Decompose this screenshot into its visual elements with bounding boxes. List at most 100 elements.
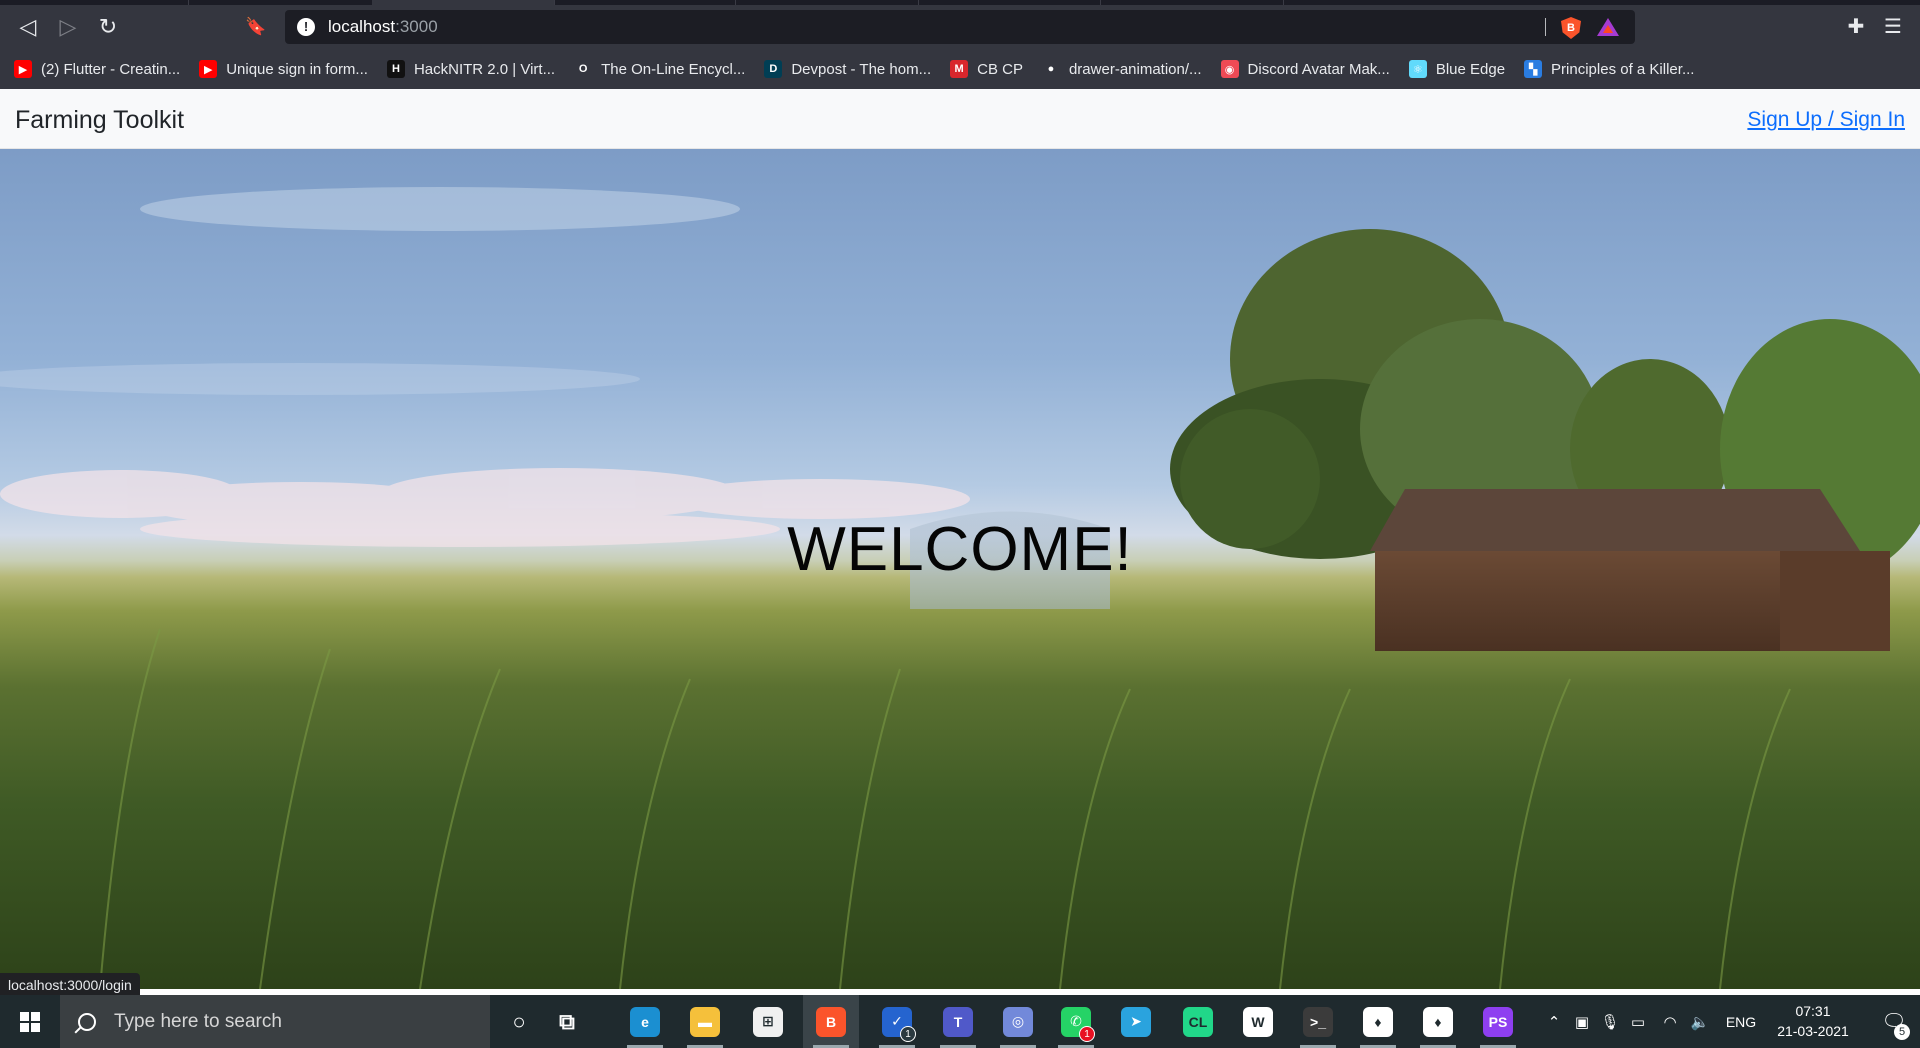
- wheat-field: [99, 628, 1791, 989]
- welcome-heading: WELCOME!: [787, 515, 1133, 584]
- bookmark-label: Devpost - The hom...: [791, 60, 932, 78]
- bookmark-item[interactable]: O The On-Line Encycl...: [574, 55, 746, 83]
- clock[interactable]: 07:31 21-03-2021: [1758, 1001, 1868, 1041]
- clock-date: 21-03-2021: [1777, 1023, 1849, 1039]
- bookmark-label: Discord Avatar Mak...: [1247, 60, 1390, 78]
- notification-center-icon[interactable]: 🗨 5: [1868, 995, 1920, 1048]
- bookmark-item[interactable]: ◉ Discord Avatar Mak...: [1220, 55, 1390, 83]
- taskbar-edge-icon[interactable]: e: [617, 995, 673, 1048]
- brave-rewards-icon[interactable]: [1597, 18, 1619, 36]
- start-button[interactable]: [0, 995, 60, 1048]
- url-port: :3000: [395, 17, 438, 36]
- clock-time: 07:31: [1795, 1003, 1831, 1019]
- bookmark-label: CB CP: [977, 60, 1023, 78]
- bookmark-item[interactable]: ● drawer-animation/...: [1042, 55, 1202, 83]
- bookmark-item[interactable]: ▶ Unique sign in form...: [199, 55, 368, 83]
- discord-glyph: ◎: [1003, 1006, 1033, 1037]
- meet-now-icon[interactable]: ▣: [1568, 995, 1596, 1048]
- wifi-icon[interactable]: ◠: [1656, 995, 1684, 1048]
- address-bar-divider: [1545, 18, 1546, 36]
- brave-shield-glyph: B: [1567, 22, 1575, 34]
- bookmarks-bar: ▶ (2) Flutter - Creatin... ▶ Unique sign in…: [0, 49, 1920, 89]
- notification-count: 5: [1894, 1024, 1910, 1040]
- reload-icon[interactable]: ↻: [88, 5, 128, 49]
- bookmark-label: Blue Edge: [1435, 60, 1506, 78]
- codebook-icon: M: [950, 60, 969, 78]
- bookmark-item[interactable]: H HackNITR 2.0 | Virt...: [386, 55, 556, 83]
- bookmark-item[interactable]: ▶ (2) Flutter - Creatin...: [14, 55, 180, 83]
- react-icon: ⚛: [1408, 60, 1427, 78]
- task-view-glyph: ⧉: [559, 1008, 575, 1034]
- taskbar-brave-icon[interactable]: B: [803, 995, 859, 1048]
- phpstorm-glyph: PS: [1483, 1006, 1513, 1037]
- cortana-glyph: ○: [512, 1008, 526, 1034]
- site-info-icon[interactable]: !: [297, 18, 315, 36]
- bookmark-label: Principles of a Killer...: [1551, 60, 1695, 78]
- bookmark-icon[interactable]: 🔖: [236, 5, 276, 49]
- taskbar-file-explorer-icon[interactable]: ▬: [677, 995, 733, 1048]
- bookmark-label: (2) Flutter - Creatin...: [41, 60, 181, 78]
- back-icon[interactable]: ◁: [8, 5, 48, 49]
- taskbar-search[interactable]: Type here to search: [60, 995, 490, 1048]
- forward-icon[interactable]: ▷: [48, 5, 88, 49]
- menu-icon[interactable]: ☰: [1878, 5, 1908, 49]
- windows-logo-icon: [20, 1011, 40, 1032]
- taskbar-word-app-icon[interactable]: W: [1230, 995, 1286, 1048]
- mongodb-compass-glyph: ♦: [1363, 1006, 1393, 1037]
- bookmark-label: drawer-animation/...: [1068, 60, 1202, 78]
- address-bar[interactable]: ! localhost:3000 B: [285, 10, 1635, 44]
- taskbar-task-view-icon[interactable]: ⧉: [539, 995, 595, 1048]
- app-badge: 1: [1079, 1026, 1095, 1042]
- youtube-icon: ▶: [14, 60, 32, 78]
- bookmark-label: The On-Line Encycl...: [601, 60, 746, 78]
- bookmark-label: HackNITR 2.0 | Virt...: [413, 60, 556, 78]
- youtube-icon: ▶: [199, 60, 218, 78]
- url-host: localhost: [328, 17, 396, 36]
- taskbar-clion-icon[interactable]: CL: [1170, 995, 1226, 1048]
- taskbar-whatsapp-icon[interactable]: ✆ 1: [1048, 995, 1104, 1048]
- hacknitr-icon: H: [386, 60, 405, 78]
- file-explorer-glyph: ▬: [690, 1006, 720, 1037]
- taskbar-mongodb-compass-icon[interactable]: ♦: [1350, 995, 1406, 1048]
- bookmark-item[interactable]: D Devpost - The hom...: [764, 55, 931, 83]
- taskbar-discord-icon[interactable]: ◎: [990, 995, 1046, 1048]
- microphone-icon[interactable]: 🎙: [1596, 995, 1624, 1048]
- signin-link[interactable]: Sign Up / Sign In: [1747, 89, 1905, 151]
- teams-glyph: T: [943, 1006, 973, 1037]
- app-badge: 1: [900, 1026, 916, 1042]
- blocks-icon: ▚: [1524, 60, 1543, 78]
- oeis-icon: O: [578, 63, 588, 75]
- web-page: Farming Toolkit Sign Up / Sign In WELCOM…: [0, 89, 1920, 989]
- windows-taskbar: Type here to search ○ ⧉ e ▬ ⊞ B ✓ 1 T ◎ ✆ 1 ➤ CL W >_ ♦ ♦…: [0, 995, 1920, 1048]
- search-icon: [78, 1012, 96, 1031]
- taskbar-store-icon[interactable]: ⊞: [740, 995, 796, 1048]
- word-app-glyph: W: [1243, 1006, 1273, 1037]
- volume-icon[interactable]: 🔈: [1686, 995, 1714, 1048]
- taskbar-phpstorm-icon[interactable]: PS: [1470, 995, 1526, 1048]
- taskbar-todo-icon[interactable]: ✓ 1: [869, 995, 925, 1048]
- bookmark-label: Unique sign in form...: [226, 60, 368, 78]
- bookmark-item[interactable]: M CB CP: [950, 55, 1023, 83]
- taskbar-mongodb-shell-icon[interactable]: ♦: [1410, 995, 1466, 1048]
- battery-icon[interactable]: ▭: [1624, 995, 1652, 1048]
- search-placeholder: Type here to search: [114, 1010, 282, 1032]
- bookmark-item[interactable]: ⚛ Blue Edge: [1408, 55, 1506, 83]
- chevron-up-icon[interactable]: ⌃: [1540, 995, 1568, 1048]
- taskbar-telegram-icon[interactable]: ➤: [1108, 995, 1164, 1048]
- url-text[interactable]: localhost:3000: [328, 10, 438, 44]
- brave-glyph: B: [816, 1006, 846, 1037]
- brave-shield-icon[interactable]: B: [1561, 17, 1581, 39]
- terminal-glyph: >_: [1303, 1006, 1333, 1037]
- browser-toolbar: ◁ ▷ ↻ 🔖 ! localhost:3000 B ✚ ☰: [0, 5, 1920, 49]
- bookmark-item[interactable]: ▚ Principles of a Killer...: [1524, 55, 1694, 83]
- mongodb-shell-glyph: ♦: [1423, 1006, 1453, 1037]
- language-indicator[interactable]: ENG: [1724, 995, 1758, 1048]
- telegram-glyph: ➤: [1121, 1006, 1151, 1037]
- brand-title[interactable]: Farming Toolkit: [15, 89, 184, 151]
- discord-icon: ◉: [1220, 60, 1239, 78]
- taskbar-teams-icon[interactable]: T: [930, 995, 986, 1048]
- github-icon: ●: [1047, 63, 1055, 75]
- taskbar-terminal-icon[interactable]: >_: [1290, 995, 1346, 1048]
- clion-glyph: CL: [1183, 1006, 1213, 1037]
- extensions-icon[interactable]: ✚: [1840, 5, 1872, 49]
